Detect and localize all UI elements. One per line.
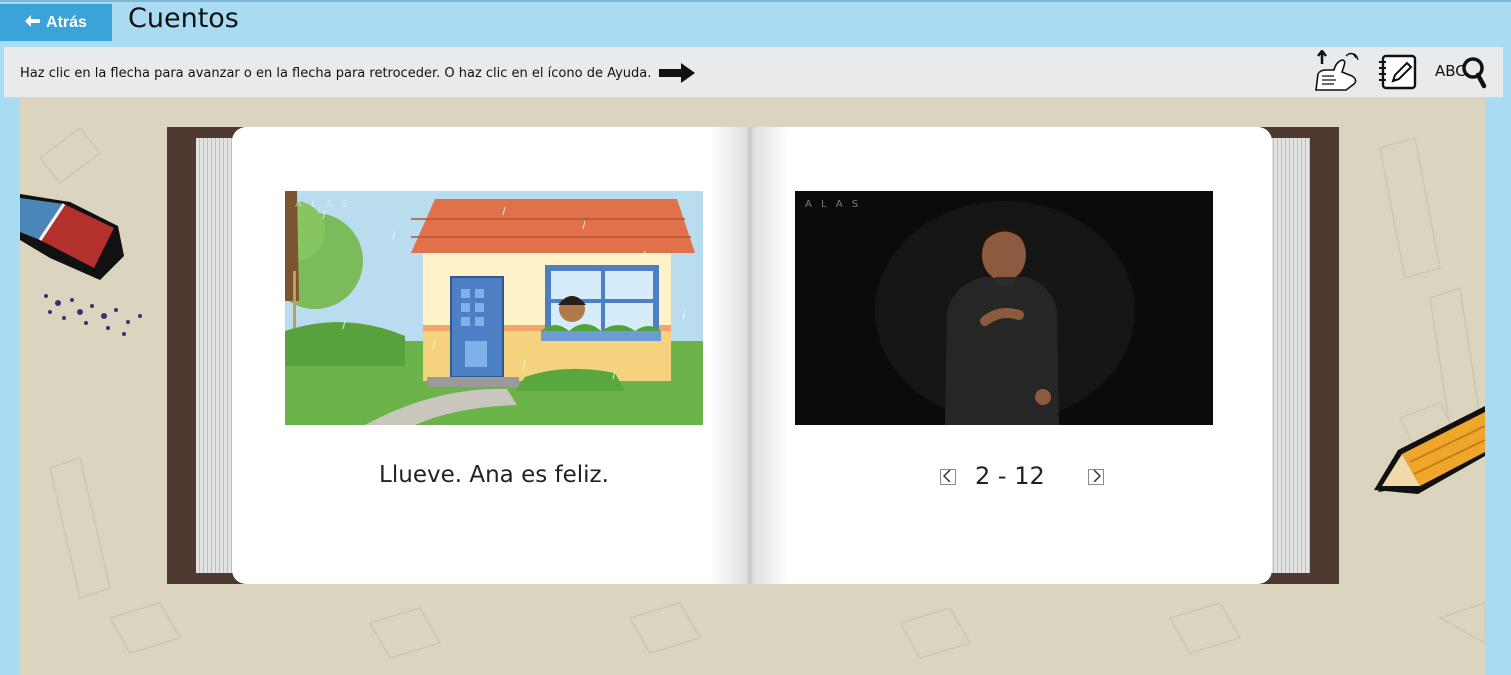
story-stage: A L A S A L A S Llueve. Ana es feliz. 2 … xyxy=(20,98,1485,675)
instruction-row: Haz clic en la flecha para avanzar o en … xyxy=(20,63,696,83)
instruction-bar: Haz clic en la flecha para avanzar o en … xyxy=(4,47,1503,98)
story-caption: Llueve. Ana es feliz. xyxy=(379,462,609,488)
abc-search-icon[interactable]: ABC xyxy=(1432,50,1488,94)
page-navigation: 2 - 12 xyxy=(795,460,1213,494)
previous-page-button[interactable] xyxy=(940,468,956,485)
back-button-label: Atrás xyxy=(46,13,87,31)
illustration-watermark: A L A S xyxy=(295,199,352,210)
eraser-decoration xyxy=(20,194,142,336)
notebook-pencil-icon[interactable] xyxy=(1376,50,1420,94)
next-page-button[interactable] xyxy=(1088,468,1104,485)
video-watermark: A L A S xyxy=(805,199,862,210)
back-button[interactable]: Atrás xyxy=(0,4,112,41)
instruction-text: Haz clic en la flecha para avanzar o en … xyxy=(20,65,652,81)
chevron-left-icon xyxy=(942,468,953,485)
top-border xyxy=(0,0,1511,2)
sign-language-help-icon[interactable] xyxy=(1310,50,1364,94)
right-page-edges xyxy=(1270,138,1310,573)
story-illustration: A L A S xyxy=(285,191,703,425)
page-indicator: 2 - 12 xyxy=(975,462,1045,490)
arrow-right-icon xyxy=(659,63,696,83)
sign-language-video[interactable]: A L A S xyxy=(795,191,1213,425)
left-page-edges xyxy=(196,138,236,573)
page-title: Cuentos xyxy=(128,3,239,34)
arrow-left-icon xyxy=(25,14,41,32)
pencil-decoration xyxy=(1374,406,1485,494)
svg-text:ABC: ABC xyxy=(1435,62,1466,80)
chevron-right-icon xyxy=(1091,468,1102,485)
book-gutter xyxy=(710,127,790,584)
